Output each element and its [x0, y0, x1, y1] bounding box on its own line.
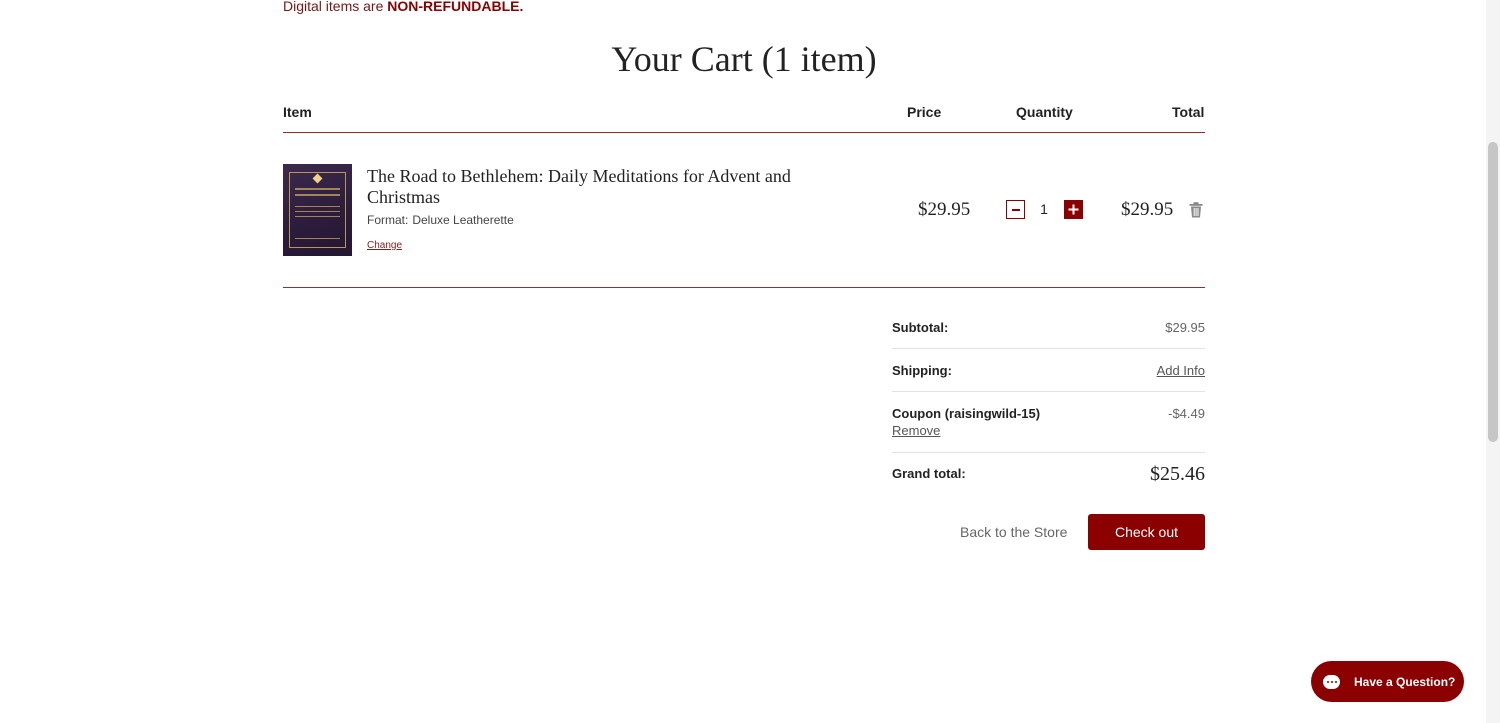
subtotal-value: $29.95 [1165, 320, 1205, 335]
coupon-value: -$4.49 [1168, 406, 1205, 421]
shipping-add-info-link[interactable]: Add Info [1157, 363, 1205, 378]
cover-author-line [295, 238, 340, 239]
cover-subtitle-line [295, 206, 340, 207]
cover-subtitle-line [295, 211, 340, 212]
cover-title-line [295, 188, 340, 190]
back-to-store-link[interactable]: Back to the Store [960, 524, 1067, 540]
trash-icon[interactable] [1189, 202, 1203, 218]
item-format: Format: Deluxe Leatherette [367, 213, 514, 227]
scrollbar-thumb[interactable] [1488, 142, 1498, 442]
item-line-total: $29.95 [1121, 199, 1174, 220]
cover-subtitle-line [295, 216, 340, 217]
summary-divider [892, 391, 1205, 392]
have-a-question-button[interactable]: Have a Question? [1311, 661, 1464, 702]
header-quantity: Quantity [1016, 104, 1073, 120]
summary-divider [892, 348, 1205, 349]
grand-total-label: Grand total: [892, 466, 966, 481]
coupon-label: Coupon (raisingwild-15) [892, 406, 1041, 421]
quantity-value[interactable]: 1 [1037, 201, 1051, 217]
item-title[interactable]: The Road to Bethlehem: Daily Meditations… [367, 166, 837, 208]
quantity-increase-button[interactable] [1064, 200, 1083, 219]
minus-icon [1011, 208, 1020, 211]
scrollbar[interactable] [1486, 0, 1500, 723]
item-format-label: Format: [367, 213, 409, 227]
have-a-question-label: Have a Question? [1354, 674, 1456, 689]
cover-title-line [295, 194, 340, 196]
refund-notice-emphasis: NON-REFUNDABLE. [387, 0, 524, 14]
plus-icon [1068, 204, 1079, 215]
checkout-button[interactable]: Check out [1088, 514, 1205, 550]
coupon-remove-link[interactable]: Remove [892, 423, 940, 438]
chat-bubble-icon [1323, 674, 1340, 689]
header-total: Total [1172, 104, 1205, 120]
summary-divider [892, 452, 1205, 453]
refund-notice: Digital items are NON-REFUNDABLE. [283, 0, 523, 14]
header-item: Item [283, 104, 312, 120]
subtotal-label: Subtotal: [892, 320, 949, 335]
cart-row-divider [283, 287, 1205, 288]
page-title: Your Cart (1 item) [611, 39, 877, 79]
header-divider [283, 132, 1205, 133]
shipping-label: Shipping: [892, 363, 952, 378]
refund-notice-prefix: Digital items are [283, 0, 384, 14]
item-price: $29.95 [918, 199, 971, 220]
change-format-link[interactable]: Change [367, 240, 402, 251]
header-price: Price [907, 104, 942, 120]
quantity-decrease-button[interactable] [1006, 200, 1025, 219]
item-format-value: Deluxe Leatherette [412, 213, 514, 227]
book-cover-image[interactable] [283, 164, 352, 256]
grand-total-value: $25.46 [1150, 463, 1205, 485]
